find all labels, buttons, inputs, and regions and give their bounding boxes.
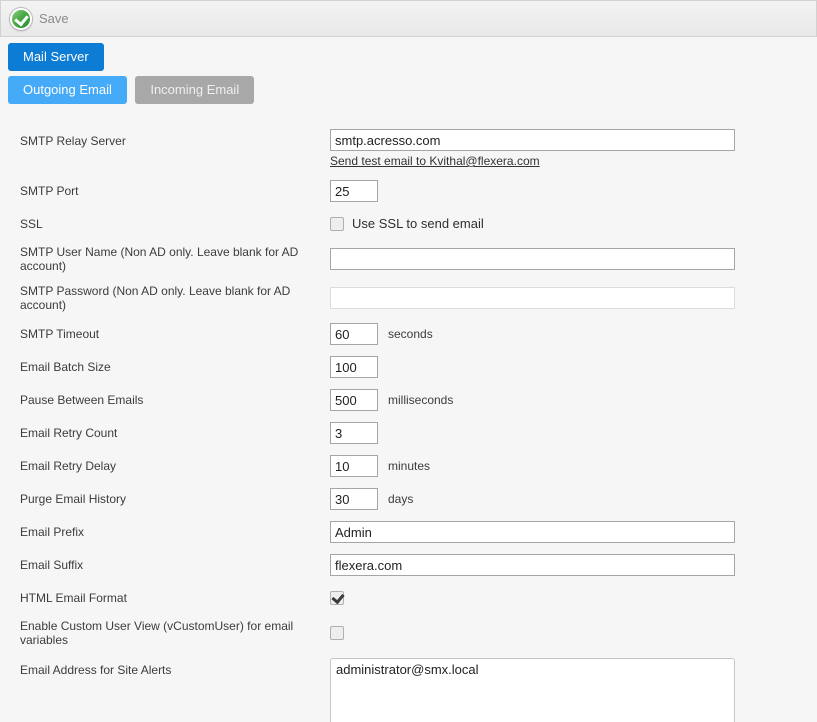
site-alerts-row: Email Address for Site Alerts administra…: [20, 658, 817, 722]
smtp-port-label: SMTP Port: [20, 184, 330, 198]
use-ssl-checkbox[interactable]: [330, 217, 344, 231]
tabs-container: Mail Server Outgoing Email Incoming Emai…: [0, 37, 817, 104]
tab-mail-server[interactable]: Mail Server: [8, 43, 104, 71]
site-alerts-label: Email Address for Site Alerts: [20, 658, 330, 677]
email-suffix-label: Email Suffix: [20, 558, 330, 572]
email-suffix-input[interactable]: [330, 554, 735, 576]
smtp-password-row: SMTP Password (Non AD only. Leave blank …: [20, 284, 817, 312]
email-prefix-label: Email Prefix: [20, 525, 330, 539]
smtp-timeout-label: SMTP Timeout: [20, 327, 330, 341]
email-batch-size-row: Email Batch Size: [20, 356, 817, 378]
pause-between-emails-row: Pause Between Emails milliseconds: [20, 389, 817, 411]
smtp-password-input[interactable]: [330, 287, 735, 309]
use-ssl-checkbox-label: Use SSL to send email: [352, 216, 484, 231]
email-retry-count-label: Email Retry Count: [20, 426, 330, 440]
custom-user-view-row: Enable Custom User View (vCustomUser) fo…: [20, 619, 817, 647]
save-check-icon: [10, 8, 32, 30]
smtp-user-label: SMTP User Name (Non AD only. Leave blank…: [20, 245, 330, 273]
custom-user-view-label: Enable Custom User View (vCustomUser) fo…: [20, 619, 330, 647]
email-suffix-row: Email Suffix: [20, 554, 817, 576]
email-retry-delay-label: Email Retry Delay: [20, 459, 330, 473]
ssl-row: SSL Use SSL to send email: [20, 213, 817, 234]
send-test-email-link[interactable]: Send test email to Kvithal@flexera.com: [330, 154, 540, 168]
pause-between-emails-unit: milliseconds: [388, 393, 453, 407]
html-email-format-checkbox[interactable]: [330, 591, 344, 605]
email-retry-delay-row: Email Retry Delay minutes: [20, 455, 817, 477]
html-email-format-row: HTML Email Format: [20, 587, 817, 608]
smtp-relay-server-input[interactable]: [330, 129, 735, 151]
email-prefix-row: Email Prefix: [20, 521, 817, 543]
email-batch-size-input[interactable]: [330, 356, 378, 378]
tab-incoming-email[interactable]: Incoming Email: [135, 76, 254, 104]
purge-email-history-label: Purge Email History: [20, 492, 330, 506]
smtp-port-row: SMTP Port: [20, 180, 817, 202]
email-retry-count-row: Email Retry Count: [20, 422, 817, 444]
smtp-relay-server-label: SMTP Relay Server: [20, 129, 330, 148]
smtp-relay-server-row: SMTP Relay Server Send test email to Kvi…: [20, 129, 817, 168]
save-button-label: Save: [39, 11, 69, 26]
ssl-label: SSL: [20, 217, 330, 231]
pause-between-emails-label: Pause Between Emails: [20, 393, 330, 407]
purge-email-history-row: Purge Email History days: [20, 488, 817, 510]
email-retry-delay-input[interactable]: [330, 455, 378, 477]
email-prefix-input[interactable]: [330, 521, 735, 543]
smtp-user-input[interactable]: [330, 248, 735, 270]
email-retry-count-input[interactable]: [330, 422, 378, 444]
pause-between-emails-input[interactable]: [330, 389, 378, 411]
tab-outgoing-email[interactable]: Outgoing Email: [8, 76, 127, 104]
smtp-user-row: SMTP User Name (Non AD only. Leave blank…: [20, 245, 817, 273]
smtp-port-input[interactable]: [330, 180, 378, 202]
purge-email-history-unit: days: [388, 492, 413, 506]
smtp-timeout-unit: seconds: [388, 327, 433, 341]
custom-user-view-checkbox[interactable]: [330, 626, 344, 640]
html-email-format-label: HTML Email Format: [20, 591, 330, 605]
toolbar: Save: [0, 0, 817, 37]
smtp-timeout-row: SMTP Timeout seconds: [20, 323, 817, 345]
site-alerts-textarea[interactable]: administrator@smx.local: [330, 658, 735, 722]
smtp-password-label: SMTP Password (Non AD only. Leave blank …: [20, 284, 330, 312]
purge-email-history-input[interactable]: [330, 488, 378, 510]
email-retry-delay-unit: minutes: [388, 459, 430, 473]
email-batch-size-label: Email Batch Size: [20, 360, 330, 374]
smtp-timeout-input[interactable]: [330, 323, 378, 345]
outgoing-email-form: SMTP Relay Server Send test email to Kvi…: [0, 104, 817, 722]
save-button[interactable]: Save: [10, 8, 69, 30]
